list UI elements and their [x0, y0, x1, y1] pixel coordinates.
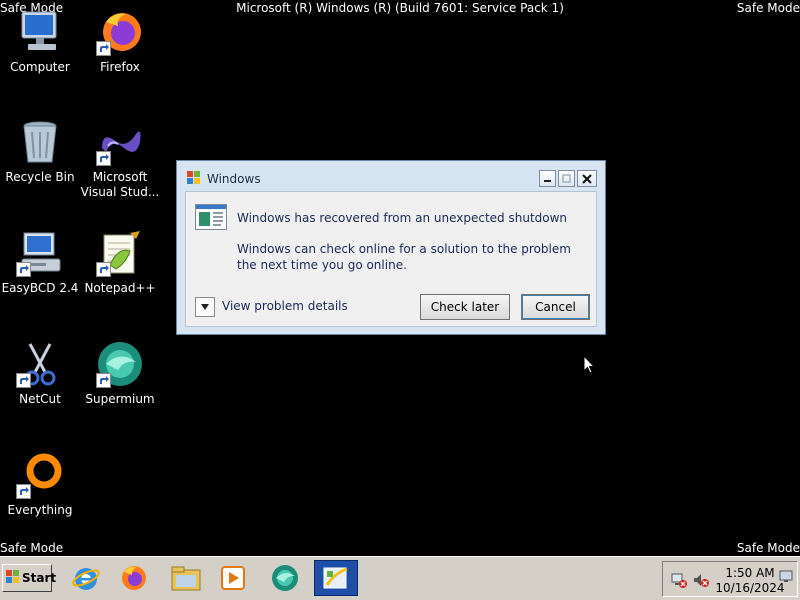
desktop-icon-label: Supermium [85, 392, 155, 406]
safe-mode-label-bottom-left: Safe Mode [0, 541, 64, 555]
desktop-icon-supermium[interactable]: Supermium [78, 340, 162, 407]
maximize-icon [562, 174, 571, 183]
desktop-icon-everything[interactable]: Everything [0, 451, 82, 518]
taskbar-media-player[interactable] [215, 560, 251, 596]
recycle-bin-icon [16, 118, 64, 166]
shortcut-arrow-icon [96, 41, 111, 56]
desktop-icon-label: Computer [10, 60, 70, 74]
desktop-icon-notepadpp[interactable]: Notepad++ [78, 229, 162, 296]
start-label: Start [22, 571, 57, 585]
notepadpp-icon [96, 229, 144, 277]
supermium-icon [96, 340, 144, 388]
scissors-icon [16, 340, 64, 388]
desktop-icon-computer[interactable]: Computer [0, 8, 82, 75]
desktop-icon-label: EasyBCD 2.4 [1, 281, 79, 295]
safe-mode-label-bottom-right: Safe Mode [736, 541, 800, 555]
desktop-icon-label: Microsoft Visual Stud... [80, 170, 160, 199]
start-button[interactable]: Start [2, 564, 56, 592]
clock-time[interactable]: 1:50 AM [719, 566, 781, 580]
everything-icon [16, 451, 64, 499]
desktop-icon-label: Recycle Bin [5, 170, 75, 184]
view-problem-details-link[interactable]: View problem details [222, 299, 348, 313]
shortcut-arrow-icon [96, 151, 111, 166]
shortcut-arrow-icon [16, 262, 31, 277]
show-desktop-icon[interactable] [779, 568, 795, 584]
dialog-title: Windows [207, 172, 261, 186]
dialog-body: Windows has recovered from an unexpected… [185, 191, 597, 327]
computer-icon [16, 8, 64, 56]
desktop-icon-easybcd[interactable]: EasyBCD 2.4 [0, 229, 82, 296]
shortcut-arrow-icon [16, 484, 31, 499]
dialog-detail: Windows can check online for a solution … [237, 242, 571, 272]
problem-report-icon [195, 204, 227, 234]
file-explorer-icon [171, 566, 201, 591]
desktop-icon-netcut[interactable]: NetCut [0, 340, 82, 407]
minimize-icon [544, 180, 551, 182]
shortcut-arrow-icon [96, 262, 111, 277]
check-later-button[interactable]: Check later [420, 294, 510, 320]
taskbar-firefox[interactable] [116, 560, 152, 596]
media-player-icon [221, 566, 245, 590]
internet-explorer-icon [72, 568, 100, 590]
visual-studio-icon [96, 118, 144, 166]
windows-flag-icon [186, 170, 202, 186]
volume-muted-icon[interactable] [693, 572, 709, 588]
minimize-button[interactable] [539, 170, 556, 187]
clock-date[interactable]: 10/16/2024 [715, 581, 785, 595]
firefox-icon [96, 8, 144, 56]
dialog-heading: Windows has recovered from an unexpected… [237, 211, 568, 225]
taskbar-supermium[interactable] [267, 560, 303, 596]
taskbar-file-explorer[interactable] [168, 560, 204, 596]
mouse-cursor-icon [583, 354, 596, 379]
easybcd-icon [16, 229, 64, 277]
desktop: Safe Mode Microsoft (R) Windows (R) (Bui… [0, 0, 800, 600]
safe-mode-label-top-right: Safe Mode [736, 1, 800, 15]
notification-area: 1:50 AM 10/16/2024 [662, 561, 798, 597]
desktop-icon-visual-studio[interactable]: Microsoft Visual Stud... [78, 118, 162, 200]
supermium-icon [272, 565, 298, 591]
desktop-icon-recycle-bin[interactable]: Recycle Bin [0, 118, 82, 185]
dialog-titlebar[interactable]: Windows [177, 161, 605, 191]
firefox-icon [122, 566, 146, 590]
desktop-icon-label: Everything [7, 503, 73, 517]
chevron-down-icon [201, 304, 209, 310]
close-button[interactable] [577, 170, 597, 187]
taskbar-problem-reports[interactable] [314, 560, 358, 596]
cancel-button[interactable]: Cancel [521, 294, 590, 320]
network-error-icon[interactable] [671, 572, 687, 588]
maximize-button[interactable] [558, 170, 575, 187]
desktop-icon-firefox[interactable]: Firefox [78, 8, 162, 75]
desktop-icon-label: Notepad++ [84, 281, 156, 295]
taskbar: Start 1:50 AM 10/16/2024 [0, 556, 800, 600]
windows-logo-icon [6, 569, 20, 587]
desktop-icon-label: Firefox [100, 60, 140, 74]
recovery-dialog: Windows Windows has recovered from an un… [176, 160, 606, 335]
close-icon [582, 173, 592, 184]
desktop-icon-label: NetCut [19, 392, 61, 406]
taskbar-internet-explorer[interactable] [68, 560, 104, 596]
problem-reports-icon [323, 567, 348, 589]
shortcut-arrow-icon [16, 373, 31, 388]
details-toggle-button[interactable] [195, 297, 215, 317]
shortcut-arrow-icon [96, 373, 111, 388]
